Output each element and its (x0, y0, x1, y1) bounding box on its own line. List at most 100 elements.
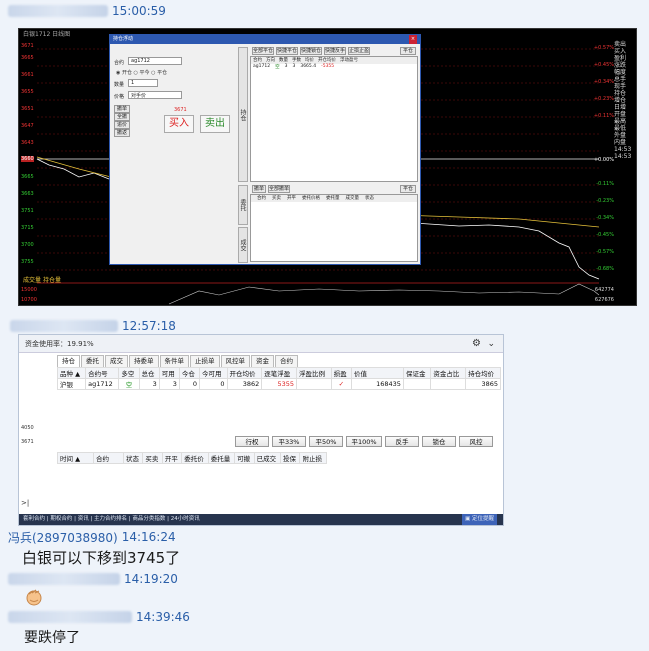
tab-funds[interactable]: 资金 (251, 355, 274, 367)
column-header[interactable]: 保证金 (402, 367, 432, 379)
y-axis-label: 3665 (21, 55, 34, 61)
tab-risk[interactable]: 风控单 (220, 355, 250, 367)
contract-input[interactable]: ag1712 (128, 57, 182, 65)
order-grid[interactable]: 合约 买卖 开平 委托价格 委托量 成交量 状态 (250, 194, 418, 262)
close-33-button[interactable]: 平33% (272, 436, 306, 447)
column-header[interactable]: 委托量 (207, 452, 236, 464)
sender-name[interactable]: 冯兵(2897038980) (8, 529, 118, 546)
y-axis-label: 3655 (21, 89, 34, 95)
close-100-button[interactable]: 平100% (346, 436, 382, 447)
position-grid[interactable]: 合约 方向 数量 手数 均价 开仓均价 浮动盈亏 ag1712 空 3 3 3665.4 -5355 (250, 56, 418, 182)
column-header[interactable]: 价值 (350, 367, 404, 379)
y-axis-label: 3647 (21, 123, 34, 129)
message-time: 15:00:59 (112, 4, 166, 18)
buy-button[interactable]: 买入 (164, 115, 194, 133)
tab-trades[interactable]: 成交 (238, 227, 248, 263)
position-panel-screenshot[interactable]: 资金使用率：19.91% ⚙ ⌄ 持仓 委托 成交 持委单 条件单 止损单 风控… (18, 334, 504, 526)
column-header[interactable]: 多空 (118, 367, 140, 379)
right-pct-label: +0.00% (593, 157, 614, 163)
lock-button[interactable]: 锁仓 (422, 436, 456, 447)
quick-lock-button[interactable]: 快捷锁仓 (300, 47, 322, 55)
tab-orders[interactable]: 委托 (238, 185, 248, 225)
revert-button[interactable]: 撤返 (114, 129, 130, 137)
column-header[interactable]: 逐笔浮盈 (261, 367, 298, 379)
settings-icon[interactable]: ⚙ (472, 335, 481, 353)
locate-reminder-button[interactable]: ▣ 定位提醒 (462, 514, 497, 525)
open-close-radios[interactable]: ◉ 开仓 ○ 平今 ○ 平仓 (116, 69, 167, 76)
column-header[interactable]: 状态 (122, 452, 144, 464)
column-header[interactable]: 今仓 (178, 367, 201, 379)
column-header[interactable]: 合约 (93, 452, 124, 464)
position-table[interactable]: 品种 ▲ 合约号 多空 总仓 可用 今仓 今可用 开仓均价 逐笔浮盈 浮盈比例 … (56, 367, 501, 390)
column-header[interactable]: 可用 (158, 367, 180, 379)
tab-orders[interactable]: 委托 (81, 355, 104, 367)
tab-stop-loss[interactable]: 止损单 (190, 355, 220, 367)
cancel-order-button-2[interactable]: 撤单 (252, 185, 266, 193)
close-position-button[interactable]: 平仓 (400, 47, 416, 55)
close-all-button[interactable]: 全部平仓 (252, 47, 274, 55)
collapse-icon[interactable]: ⌄ (487, 335, 495, 353)
y-axis-label: 3665 (21, 174, 34, 180)
right-pct-label: +0.34% (593, 79, 614, 85)
table-row[interactable]: ag1712 空 3 3 3665.4 -5355 (251, 64, 417, 70)
column-header[interactable]: 开平 (161, 452, 183, 464)
trading-chart-screenshot[interactable]: 白银1712 日线图 3671 3665 3661 3655 3651 3647… (18, 28, 637, 306)
tab-contracts[interactable]: 合约 (275, 355, 298, 367)
cell-fund-ratio (430, 378, 467, 390)
price-hint: 3671 (174, 107, 187, 113)
close-50-button[interactable]: 平50% (309, 436, 343, 447)
menu-item: 持仓 (614, 90, 627, 97)
column-header[interactable]: 已成交 (253, 452, 282, 464)
column-header[interactable]: 合约号 (85, 367, 120, 379)
column-header[interactable]: 投保 (280, 452, 301, 464)
cancel-all-button-2[interactable]: 全部撤单 (268, 185, 290, 193)
column-header[interactable]: 今可用 (199, 367, 228, 379)
tab-trades[interactable]: 成交 (105, 355, 128, 367)
sell-button[interactable]: 卖出 (200, 115, 230, 133)
close-position-button-2[interactable]: 平仓 (400, 185, 416, 193)
quick-close-button[interactable]: 快捷平仓 (276, 47, 298, 55)
column-header[interactable]: 买卖 (142, 452, 163, 464)
panel-tabs[interactable]: 持仓 委托 成交 持委单 条件单 止损单 风控单 资金 合约 (57, 355, 299, 367)
column-header[interactable]: 附止损 (299, 452, 327, 464)
price-input[interactable]: 对手价 (128, 91, 182, 99)
quick-reverse-button[interactable]: 快捷反手 (324, 47, 346, 55)
column-header[interactable]: 持仓均价 (465, 367, 501, 379)
tab-positions[interactable]: 持仓 (57, 355, 80, 367)
cancel-all-button[interactable]: 全撤 (114, 113, 130, 121)
column-header[interactable]: 开仓均价 (226, 367, 263, 379)
qty-input[interactable]: 1 (128, 79, 158, 87)
column-header[interactable]: 总仓 (138, 367, 160, 379)
cancel-order-button[interactable]: 撤单 (114, 105, 130, 113)
message-text: 要跌停了 (24, 630, 80, 646)
column-header[interactable]: 浮盈比例 (296, 367, 332, 379)
tab-conditional[interactable]: 条件单 (159, 355, 189, 367)
column-header[interactable]: 资金占比 (430, 367, 467, 379)
column-header[interactable]: 损盈 (330, 367, 352, 379)
y-axis-label: 3643 (21, 140, 34, 146)
menu-item: 开盘 (614, 111, 627, 118)
cell-total: 3 (138, 378, 160, 390)
column-header[interactable]: 品种 ▲ (56, 367, 87, 379)
stop-loss-button[interactable]: 止损止盈 (348, 47, 370, 55)
right-pct-label: -0.45% (596, 232, 614, 238)
grid-header: 合约 买卖 开平 委托价格 委托量 成交量 状态 (251, 195, 417, 202)
contract-label: 合约 (114, 60, 125, 66)
reverse-button[interactable]: 反手 (385, 436, 419, 447)
close-icon[interactable]: × (409, 35, 417, 44)
tab-pending[interactable]: 持委单 (129, 355, 159, 367)
status-links[interactable]: 套利合约 | 期权合约 | 资讯 | 主力合约排名 | 商品分类指数 | 24小… (23, 516, 200, 522)
expand-icon[interactable]: >| (21, 499, 29, 507)
order-table[interactable]: 时间 ▲ 合约 状态 买卖 开平 委托价 委托量 可撤 已成交 投保 附止损 (57, 452, 327, 464)
exercise-button[interactable]: 行权 (235, 436, 269, 447)
column-header[interactable]: 可撤 (234, 452, 255, 464)
chase-price-button[interactable]: 追价 (114, 121, 130, 129)
column-header[interactable]: 委托价 (181, 452, 209, 464)
order-dialog[interactable]: 持仓浮动 × 合约 ag1712 数量 1 价格 对手价 ◉ 开仓 ○ 平今 ○… (109, 34, 421, 265)
table-row[interactable]: 沪银 ag1712 空 3 3 0 0 3862 5355 ✓ 168435 3… (56, 378, 501, 390)
tab-positions[interactable]: 持仓 (238, 47, 248, 182)
risk-control-button[interactable]: 风控 (459, 436, 493, 447)
column-header[interactable]: 时间 ▲ (57, 452, 94, 464)
message-time: 14:39:46 (136, 610, 190, 624)
dialog-title-bar[interactable]: 持仓浮动 × (110, 35, 420, 44)
